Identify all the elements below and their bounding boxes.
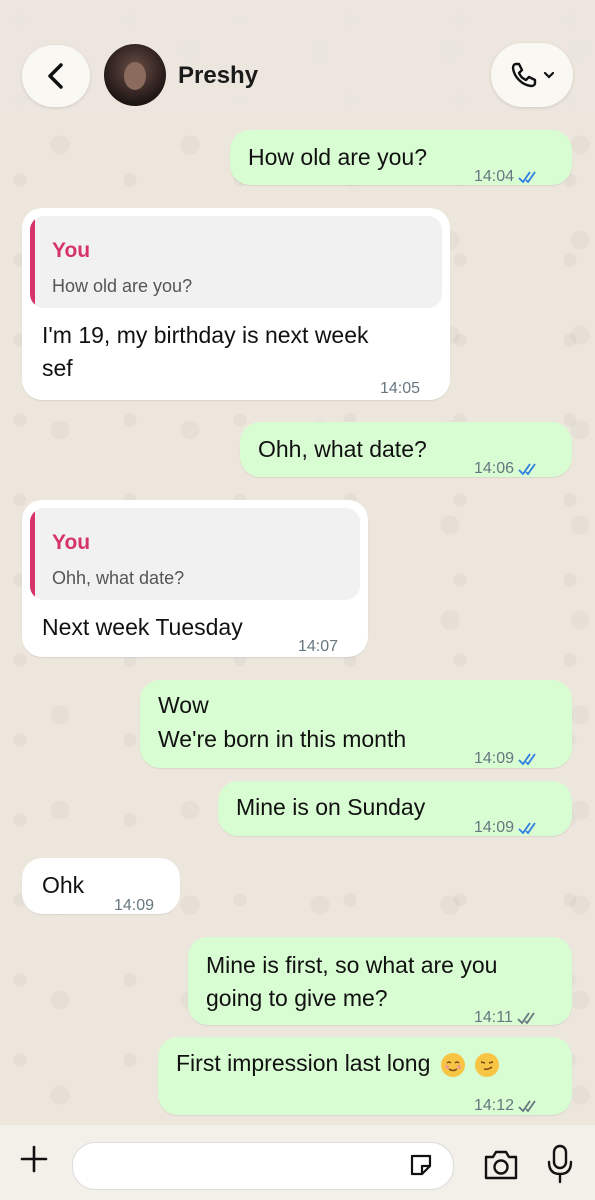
quote-text: How old are you?	[52, 276, 193, 296]
message-bubble-outgoing[interactable]: Ohh, what date? 14:06	[240, 422, 572, 477]
message-bubble-outgoing[interactable]: Mine is on Sunday 14:09	[218, 781, 572, 836]
message-text: How old are you?	[248, 144, 427, 170]
contact-name[interactable]: Preshy	[178, 62, 258, 90]
message-meta: 14:05	[380, 372, 420, 405]
quoted-message[interactable]: You How old are you?	[30, 216, 442, 308]
phone-icon	[511, 62, 537, 88]
message-meta: 14:09	[114, 889, 154, 922]
smirking-face-emoji	[475, 1052, 500, 1077]
message-bubble-incoming[interactable]: You Ohh, what date? Next week Tuesday 14…	[22, 500, 368, 657]
double-check-delivered-icon	[518, 1099, 536, 1112]
message-text-line: Wow	[158, 692, 209, 718]
message-bubble-incoming[interactable]: Ohk 14:09	[22, 858, 180, 914]
quote-author: You	[52, 239, 91, 262]
double-check-read-icon	[518, 752, 536, 765]
message-meta: 14:09	[474, 742, 540, 775]
chevron-left-icon	[48, 63, 63, 89]
avatar[interactable]	[104, 44, 166, 106]
message-text-content: First impression last long	[176, 1050, 431, 1076]
sticker-icon[interactable]	[408, 1152, 434, 1178]
message-bubble-outgoing[interactable]: First impression last long 14:12	[158, 1037, 572, 1115]
message-time: 14:07	[298, 638, 339, 655]
quote-accent-bar	[30, 216, 35, 308]
message-meta: 14:07	[298, 630, 338, 663]
double-check-read-icon	[518, 821, 536, 834]
plus-icon	[20, 1145, 48, 1173]
message-meta: 14:11	[474, 1001, 539, 1034]
call-button[interactable]	[491, 43, 573, 107]
quote-author: You	[52, 531, 91, 554]
attach-button[interactable]	[14, 1139, 54, 1179]
message-meta: 14:12	[474, 1089, 540, 1122]
double-check-read-icon	[518, 170, 536, 183]
message-time: 14:06	[474, 460, 515, 477]
quote-accent-bar	[30, 508, 35, 600]
quoted-message[interactable]: You Ohh, what date?	[30, 508, 360, 600]
message-text: Next week Tuesday	[42, 614, 243, 640]
message-text: First impression last long	[176, 1047, 500, 1080]
message-text-line: sef	[42, 355, 73, 381]
double-check-delivered-icon	[517, 1011, 535, 1024]
camera-icon[interactable]	[482, 1148, 520, 1182]
message-text-line: going to give me?	[206, 985, 388, 1011]
message-text-line: Mine is first, so what are you	[206, 952, 498, 978]
message-bubble-outgoing[interactable]: Wow We're born in this month 14:09	[140, 680, 572, 768]
message-input[interactable]	[72, 1142, 454, 1190]
message-bubble-outgoing[interactable]: How old are you? 14:04	[230, 130, 572, 185]
message-text-line: I'm 19, my birthday is next week	[42, 322, 369, 348]
message-text: Ohh, what date?	[258, 436, 427, 462]
microphone-icon[interactable]	[546, 1144, 574, 1184]
message-text: Ohk	[42, 872, 85, 898]
relieved-face-emoji	[440, 1052, 465, 1077]
message-time: 14:09	[474, 819, 515, 836]
message-text: Mine is on Sunday	[236, 794, 426, 820]
message-time: 14:09	[114, 897, 155, 914]
message-time: 14:09	[474, 750, 515, 767]
message-meta: 14:06	[474, 452, 540, 485]
message-bubble-outgoing[interactable]: Mine is first, so what are you going to …	[188, 937, 572, 1026]
message-bubble-incoming[interactable]: You How old are you? I'm 19, my birthday…	[22, 208, 450, 400]
back-button[interactable]	[22, 45, 90, 107]
message-meta: 14:04	[474, 160, 540, 193]
quote-text: Ohh, what date?	[52, 568, 185, 588]
message-meta: 14:09	[474, 811, 540, 844]
double-check-read-icon	[518, 462, 536, 475]
message-text-line: We're born in this month	[158, 726, 407, 752]
message-time: 14:12	[474, 1097, 515, 1114]
message-time: 14:11	[474, 1009, 513, 1026]
chevron-down-icon	[543, 71, 555, 79]
message-time: 14:04	[474, 168, 515, 185]
message-time: 14:05	[380, 380, 421, 397]
